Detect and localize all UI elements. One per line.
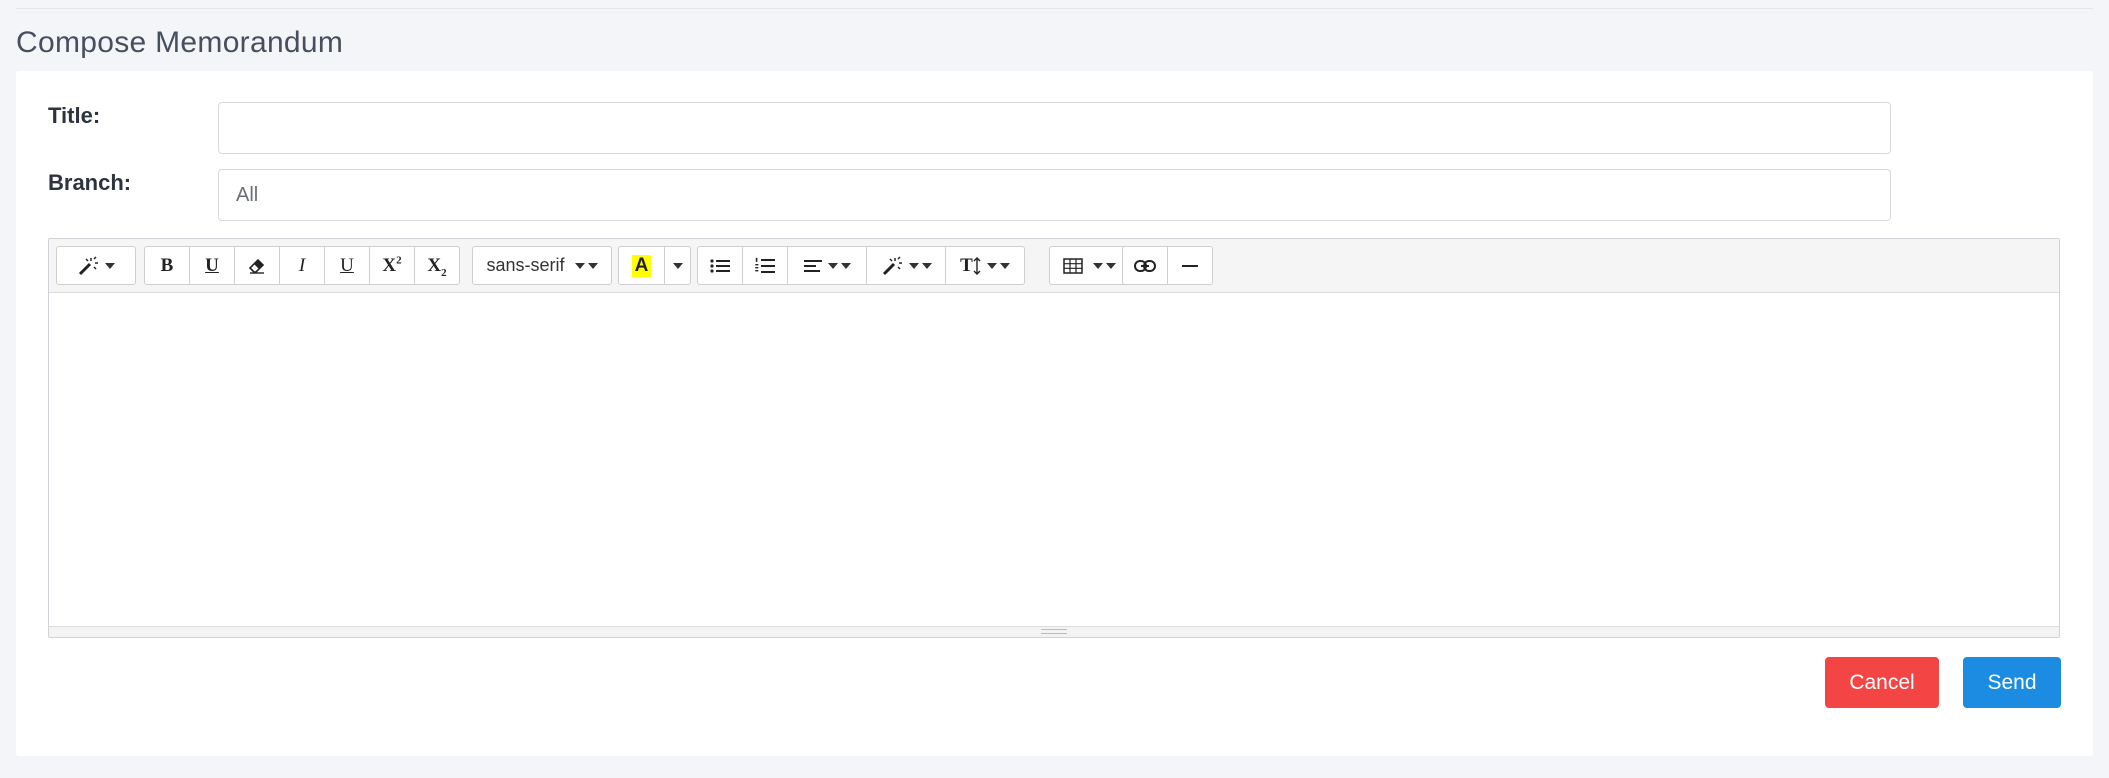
underline-alt-icon: U [340,254,354,276]
eraser-icon [248,258,266,274]
chevron-down-icon [921,262,932,269]
chevron-down-icon [587,262,598,269]
title-input[interactable] [218,102,1891,154]
color-group: A [618,246,691,285]
magic-wand-icon [77,255,99,276]
chevron-down-icon [999,262,1010,269]
subscript-icon: X2 [427,254,447,279]
style-dropdown-button[interactable] [56,246,136,285]
link-icon [1134,259,1156,272]
align-left-icon [803,259,822,273]
italic-button[interactable]: I [279,246,325,285]
memo-form-card: Title: Branch: B U [16,71,2093,756]
style-group [56,246,136,285]
font-name-dropdown[interactable]: sans-serif [472,246,612,285]
table-icon [1062,257,1083,274]
editor-content-area[interactable] [49,294,2059,627]
font-name-group: sans-serif [472,246,612,285]
underline-icon: U [205,254,219,276]
chevron-down-icon [105,262,115,269]
align-dropdown-button[interactable] [787,246,867,285]
numbered-list-button[interactable] [742,246,788,285]
clear-format-button[interactable] [234,246,280,285]
text-height-icon: T [960,255,981,277]
chevron-down-icon [986,262,997,269]
highlight-a-icon: A [631,254,652,277]
bold-button[interactable]: B [144,246,190,285]
cancel-button[interactable]: Cancel [1825,657,1939,708]
branch-label: Branch: [48,170,132,195]
minus-icon [1182,264,1198,268]
magic-wand-icon [881,255,903,276]
page-title: Compose Memorandum [16,26,344,59]
top-divider [16,8,2093,9]
highlight-color-button[interactable]: A [618,246,665,285]
send-button[interactable]: Send [1963,657,2061,708]
insert-group [1122,246,1213,285]
superscript-button[interactable]: X2 [369,246,415,285]
paragraph-style-dropdown[interactable] [866,246,946,285]
font-size-dropdown[interactable]: T [945,246,1025,285]
italic-icon: I [298,254,306,276]
list-group: T [697,246,1025,285]
subscript-button[interactable]: X2 [414,246,460,285]
table-group [1049,246,1129,285]
chevron-down-icon [672,262,683,269]
resize-grip-icon[interactable] [1041,629,1067,634]
chevron-down-icon [1092,262,1103,269]
font-name-value: sans-serif [486,255,565,275]
color-dropdown-button[interactable] [664,246,691,285]
chevron-down-icon [1105,262,1116,269]
font-style-group: B U I U X2 X2 [144,246,460,285]
editor-toolbar: B U I U X2 X2 sans-serif A T [49,239,2059,293]
bullet-list-button[interactable] [697,246,743,285]
chevron-down-icon [840,262,851,269]
underline-button[interactable]: U [189,246,235,285]
horizontal-rule-button[interactable] [1167,246,1213,285]
branch-input[interactable] [218,169,1891,221]
numbered-list-icon [755,257,775,275]
bold-icon: B [160,254,174,276]
bullet-list-icon [710,258,730,274]
chevron-down-icon [908,262,919,269]
chevron-down-icon [574,262,585,269]
rich-text-editor: B U I U X2 X2 sans-serif A T [48,238,2060,638]
editor-resize-bar[interactable] [49,626,2059,637]
superscript-icon: X2 [382,254,402,276]
table-dropdown-button[interactable] [1049,246,1129,285]
title-label: Title: [48,103,101,128]
underline-alt-button[interactable]: U [324,246,370,285]
chevron-down-icon [827,262,838,269]
insert-link-button[interactable] [1122,246,1168,285]
